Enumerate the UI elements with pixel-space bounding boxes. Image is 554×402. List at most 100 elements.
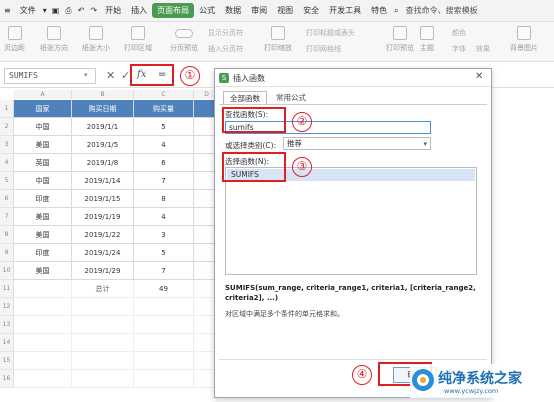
print-preview-button[interactable]: 打印预览	[386, 26, 414, 53]
row-header[interactable]: 3	[0, 136, 14, 154]
print-area-button[interactable]: 打印区域	[124, 26, 152, 53]
table-cell[interactable]	[134, 334, 194, 352]
table-cell[interactable]: 购买量	[134, 100, 194, 118]
chevron-down-icon[interactable]: ▾	[84, 71, 88, 79]
function-list[interactable]: SUMIFS	[225, 167, 477, 275]
table-cell[interactable]: 2019/1/1	[72, 118, 134, 136]
menu-item-formula[interactable]: 公式	[194, 5, 220, 16]
column-header[interactable]: B	[72, 90, 134, 99]
table-cell[interactable]	[134, 352, 194, 370]
table-cell[interactable]	[14, 370, 72, 388]
table-cell[interactable]: 2019/1/5	[72, 136, 134, 154]
column-header[interactable]: C	[134, 90, 194, 99]
table-cell[interactable]: 2019/1/14	[72, 172, 134, 190]
table-cell[interactable]: 8	[134, 190, 194, 208]
font-button[interactable]: 字体	[452, 44, 466, 54]
table-cell[interactable]: 英国	[14, 154, 72, 172]
table-cell[interactable]: 印度	[14, 190, 72, 208]
confirm-icon[interactable]: ✓	[121, 69, 130, 82]
row-header[interactable]: 6	[0, 190, 14, 208]
table-cell[interactable]	[72, 298, 134, 316]
menu-item-security[interactable]: 安全	[298, 5, 324, 16]
table-cell[interactable]	[14, 334, 72, 352]
table-cell[interactable]	[134, 298, 194, 316]
menu-item-developer[interactable]: 开发工具	[324, 5, 366, 16]
table-cell[interactable]: 购买日期	[72, 100, 134, 118]
name-box[interactable]: SUMIFS	[4, 68, 96, 84]
tab-all-functions[interactable]: 全部函数	[223, 91, 267, 105]
row-header[interactable]: 13	[0, 316, 14, 334]
menu-item-features[interactable]: 特色	[366, 5, 392, 16]
table-cell[interactable]: 美国	[14, 226, 72, 244]
row-header[interactable]: 15	[0, 352, 14, 370]
redo-icon[interactable]: ↷	[87, 6, 100, 15]
row-header[interactable]: 11	[0, 280, 14, 298]
row-header[interactable]: 5	[0, 172, 14, 190]
table-cell[interactable]	[72, 352, 134, 370]
cancel-icon[interactable]: ✕	[106, 69, 115, 82]
table-cell[interactable]: 总计	[72, 280, 134, 298]
table-cell[interactable]: 美国	[14, 208, 72, 226]
table-cell[interactable]: 2019/1/29	[72, 262, 134, 280]
table-cell[interactable]	[72, 316, 134, 334]
table-cell[interactable]	[14, 352, 72, 370]
row-header[interactable]: 9	[0, 244, 14, 262]
row-header[interactable]: 12	[0, 298, 14, 316]
row-header[interactable]: 14	[0, 334, 14, 352]
save-icon[interactable]: ▣	[49, 6, 63, 15]
menu-item-insert[interactable]: 插入	[126, 5, 152, 16]
print-gridlines-checkbox[interactable]: 打印网格线	[306, 44, 341, 54]
theme-button[interactable]: 主题	[420, 26, 434, 53]
table-cell[interactable]: 7	[134, 172, 194, 190]
table-cell[interactable]	[14, 298, 72, 316]
table-cell[interactable]: 5	[134, 118, 194, 136]
tab-common-formulas[interactable]: 常用公式	[269, 91, 313, 105]
insert-page-break-button[interactable]: 插入分页符	[208, 44, 243, 54]
search-icon[interactable]: ⌕	[392, 6, 400, 16]
row-header[interactable]: 2	[0, 118, 14, 136]
category-select[interactable]: 推荐 ▾	[283, 137, 431, 150]
row-header[interactable]: 10	[0, 262, 14, 280]
close-icon[interactable]: ✕	[475, 71, 483, 82]
table-cell[interactable]	[14, 316, 72, 334]
search-command-input[interactable]: 查找命令、搜索模板	[401, 5, 483, 16]
table-cell[interactable]: 2019/1/24	[72, 244, 134, 262]
menu-file[interactable]: 文件	[15, 5, 41, 16]
table-cell[interactable]: 5	[134, 244, 194, 262]
row-header[interactable]: 1	[0, 100, 14, 118]
table-cell[interactable]: 4	[134, 136, 194, 154]
table-cell[interactable]: 美国	[14, 136, 72, 154]
print-title-header-button[interactable]: 打印标题或表头	[306, 28, 355, 38]
table-cell[interactable]: 中国	[14, 118, 72, 136]
table-cell[interactable]	[72, 370, 134, 388]
row-header[interactable]: 7	[0, 208, 14, 226]
color-button[interactable]: 颜色	[452, 28, 466, 38]
row-header[interactable]: 4	[0, 154, 14, 172]
table-cell[interactable]	[134, 370, 194, 388]
print-scale-button[interactable]: 打印缩放	[264, 26, 292, 53]
chevron-down-icon[interactable]: ▾	[41, 6, 49, 15]
show-page-break-checkbox[interactable]: 显示分页符	[208, 28, 243, 38]
table-cell[interactable]: 7	[134, 262, 194, 280]
table-cell[interactable]: 中国	[14, 172, 72, 190]
table-cell[interactable]	[72, 334, 134, 352]
effect-button[interactable]: 效果	[476, 44, 490, 54]
table-cell[interactable]: 国家	[14, 100, 72, 118]
table-cell[interactable]: 3	[134, 226, 194, 244]
print-icon[interactable]: ⎙	[62, 6, 74, 16]
table-cell[interactable]: 6	[134, 154, 194, 172]
paper-size-button[interactable]: 纸张大小	[82, 26, 110, 53]
orientation-button[interactable]: 纸张方向	[40, 26, 68, 53]
menu-item-data[interactable]: 数据	[220, 5, 246, 16]
row-header[interactable]: 16	[0, 370, 14, 388]
table-cell[interactable]: 印度	[14, 244, 72, 262]
background-button[interactable]: 背景图片	[510, 26, 538, 53]
column-header[interactable]: A	[14, 90, 72, 99]
table-cell[interactable]: 2019/1/15	[72, 190, 134, 208]
table-cell[interactable]: 4	[134, 208, 194, 226]
table-cell[interactable]: 2019/1/8	[72, 154, 134, 172]
menu-item-page-layout[interactable]: 页面布局	[152, 3, 195, 18]
row-header[interactable]: 8	[0, 226, 14, 244]
table-cell[interactable]: 2019/1/22	[72, 226, 134, 244]
undo-icon[interactable]: ↶	[75, 6, 88, 15]
